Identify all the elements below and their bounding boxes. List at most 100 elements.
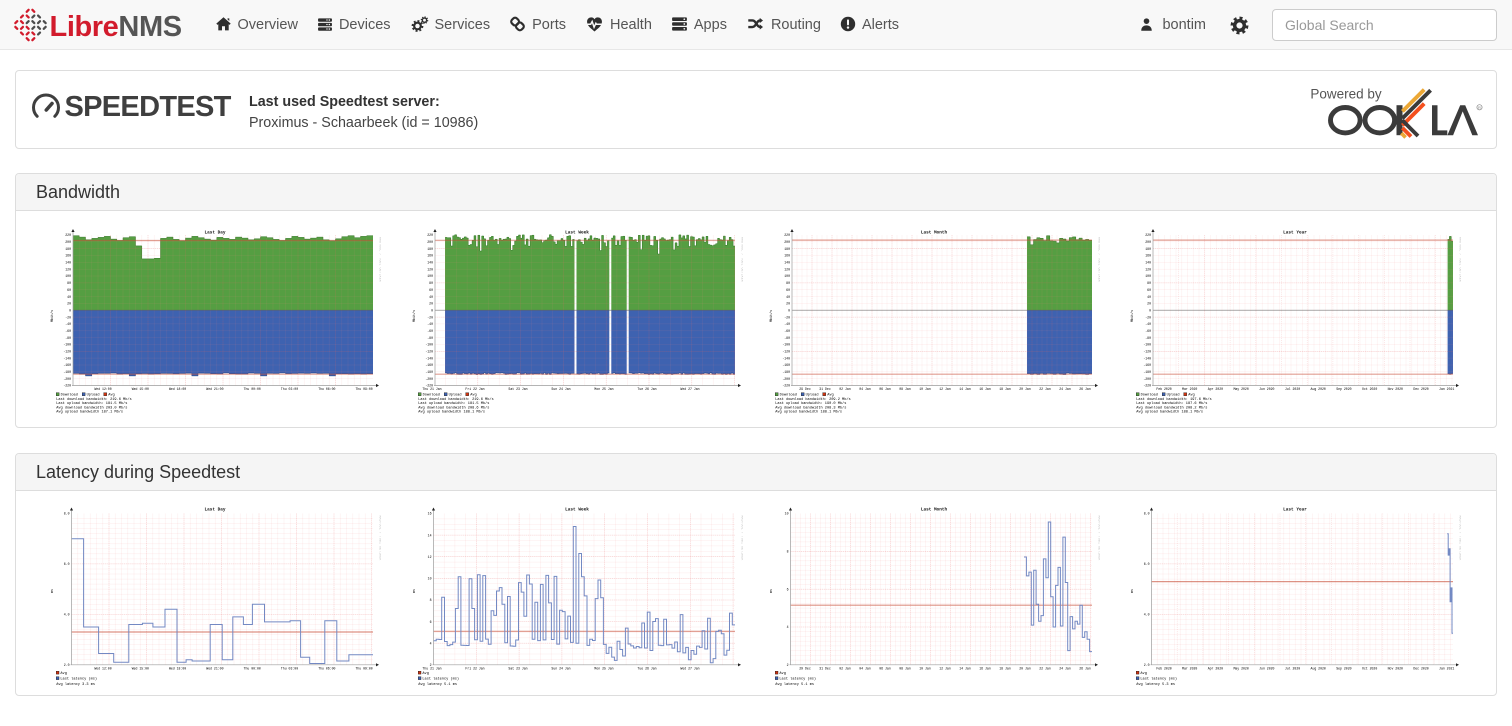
svg-text:Wed 21:00: Wed 21:00 xyxy=(206,387,223,391)
svg-text:8: 8 xyxy=(787,550,789,554)
svg-text:200: 200 xyxy=(65,240,71,244)
svg-text:Wed 27 Jan: Wed 27 Jan xyxy=(680,666,699,670)
svg-text:100: 100 xyxy=(1145,274,1151,278)
svg-text:180: 180 xyxy=(65,247,71,251)
svg-text:-200: -200 xyxy=(1143,377,1151,381)
svg-text:40: 40 xyxy=(786,295,790,299)
svg-text:60: 60 xyxy=(429,288,433,292)
svg-text:Wed 12:00: Wed 12:00 xyxy=(94,666,111,670)
svg-text:-80: -80 xyxy=(427,336,433,340)
svg-text:Jul 2020: Jul 2020 xyxy=(1285,666,1300,670)
svg-text:-60: -60 xyxy=(1145,329,1151,333)
svg-text:Last Day: Last Day xyxy=(204,231,225,236)
svg-text:Avg download bandwidth 203.0 M: Avg download bandwidth 203.0 Mb/s xyxy=(56,405,127,410)
svg-text:-200: -200 xyxy=(63,377,71,381)
svg-text:Sun 24 Jan: Sun 24 Jan xyxy=(551,387,570,391)
svg-text:08 Jan: 08 Jan xyxy=(899,387,911,391)
svg-text:220: 220 xyxy=(427,233,433,237)
svg-text:160: 160 xyxy=(65,254,71,258)
svg-text:Avg upload bandwidth 188.1 Mb/: Avg upload bandwidth 188.1 Mb/s xyxy=(418,410,485,415)
svg-text:Last download bandwidth: 197.6: Last download bandwidth: 197.6 Mb/s xyxy=(1136,397,1211,402)
svg-text:Avg download bandwidth 208.3 M: Avg download bandwidth 208.3 Mb/s xyxy=(775,405,846,410)
svg-text:24 Jan: 24 Jan xyxy=(1059,387,1071,391)
svg-text:LibreNMS: LibreNMS xyxy=(50,11,182,43)
svg-text:May 2020: May 2020 xyxy=(1233,666,1248,670)
svg-text:May 2020: May 2020 xyxy=(1233,387,1248,391)
svg-text:Last Day: Last Day xyxy=(204,508,225,513)
svg-text:06 Jan: 06 Jan xyxy=(879,666,891,670)
svg-text:-100: -100 xyxy=(1143,343,1151,347)
svg-text:Sep 2020: Sep 2020 xyxy=(1336,387,1351,391)
svg-text:140: 140 xyxy=(427,261,433,265)
svg-text:Last Month: Last Month xyxy=(921,508,948,513)
svg-text:0: 0 xyxy=(431,309,433,313)
svg-text:Last Year: Last Year xyxy=(1283,508,1307,513)
svg-text:Avg latency 5.1 ms: Avg latency 5.1 ms xyxy=(775,682,814,687)
svg-text:-80: -80 xyxy=(1145,336,1151,340)
svg-text:Sep 2020: Sep 2020 xyxy=(1336,666,1351,670)
svg-text:Last Year: Last Year xyxy=(1283,231,1307,236)
svg-text:18 Jan: 18 Jan xyxy=(999,387,1011,391)
svg-text:200: 200 xyxy=(784,240,790,244)
svg-text:Jun 2020: Jun 2020 xyxy=(1259,666,1274,670)
svg-text:0: 0 xyxy=(788,309,790,313)
svg-text:Upload: Upload xyxy=(1167,393,1180,398)
svg-text:40: 40 xyxy=(429,295,433,299)
svg-text:6: 6 xyxy=(787,587,789,591)
svg-text:Mbit/s: Mbit/s xyxy=(1130,310,1135,322)
svg-text:10 Jan: 10 Jan xyxy=(919,387,931,391)
svg-text:08 Jan: 08 Jan xyxy=(899,666,911,670)
svg-text:SPEEDTEST: SPEEDTEST xyxy=(65,91,232,123)
svg-text:2.0: 2.0 xyxy=(1144,663,1150,667)
svg-text:-120: -120 xyxy=(782,350,790,354)
svg-text:29 Dec: 29 Dec xyxy=(799,387,811,391)
svg-text:20: 20 xyxy=(429,302,433,306)
svg-text:22 Jan: 22 Jan xyxy=(1039,666,1051,670)
svg-text:-60: -60 xyxy=(65,329,71,333)
svg-text:10: 10 xyxy=(428,577,432,581)
svg-text:-40: -40 xyxy=(65,322,71,326)
svg-text:Avg: Avg xyxy=(60,672,66,676)
svg-text:Jan 2021: Jan 2021 xyxy=(1439,387,1454,391)
svg-text:Last download bandwidth: 209.2: Last download bandwidth: 209.2 Mb/s xyxy=(775,397,850,402)
svg-text:Last download bandwidth: 219.6: Last download bandwidth: 219.6 Mb/s xyxy=(418,397,493,402)
svg-text:8: 8 xyxy=(430,598,432,602)
svg-text:-80: -80 xyxy=(784,336,790,340)
svg-text:140: 140 xyxy=(65,261,71,265)
svg-text:Last latency (ms): Last latency (ms) xyxy=(1140,677,1177,682)
svg-text:ms: ms xyxy=(770,589,774,593)
svg-text:Oct 2020: Oct 2020 xyxy=(1362,387,1377,391)
svg-text:180: 180 xyxy=(427,247,433,251)
svg-text:Wed 18:00: Wed 18:00 xyxy=(169,387,186,391)
svg-text:220: 220 xyxy=(784,233,790,237)
svg-text:180: 180 xyxy=(1145,247,1151,251)
svg-text:200: 200 xyxy=(1145,240,1151,244)
svg-text:8.0: 8.0 xyxy=(1144,512,1150,516)
svg-text:120: 120 xyxy=(784,267,790,271)
svg-text:Sat 23 Jan: Sat 23 Jan xyxy=(508,666,527,670)
svg-text:140: 140 xyxy=(784,261,790,265)
svg-text:80: 80 xyxy=(67,281,71,285)
svg-text:Wed 21:00: Wed 21:00 xyxy=(206,666,223,670)
svg-text:80: 80 xyxy=(1147,281,1151,285)
svg-text:Avg: Avg xyxy=(422,672,428,676)
svg-text:06 Jan: 06 Jan xyxy=(879,387,891,391)
svg-text:Last Week: Last Week xyxy=(565,508,589,513)
svg-text:31 Dec: 31 Dec xyxy=(819,666,831,670)
svg-text:-180: -180 xyxy=(1143,370,1151,374)
svg-text:Thu 03:00: Thu 03:00 xyxy=(281,666,298,670)
svg-text:160: 160 xyxy=(784,254,790,258)
svg-text:10: 10 xyxy=(785,512,789,516)
svg-text:Tue 26 Jan: Tue 26 Jan xyxy=(637,387,656,391)
svg-text:Upload: Upload xyxy=(806,393,819,398)
svg-text:100: 100 xyxy=(784,274,790,278)
svg-text:12 Jan: 12 Jan xyxy=(939,666,951,670)
svg-text:-220: -220 xyxy=(63,384,71,388)
svg-text:12 Jan: 12 Jan xyxy=(939,387,951,391)
svg-text:Wed 15:00: Wed 15:00 xyxy=(132,666,149,670)
svg-text:RRDTOOL / TOBI OETIKER: RRDTOOL / TOBI OETIKER xyxy=(740,237,744,282)
svg-text:Download: Download xyxy=(423,393,440,398)
svg-text:16: 16 xyxy=(428,512,432,516)
svg-text:8.0: 8.0 xyxy=(64,512,70,516)
svg-text:2.0: 2.0 xyxy=(64,663,70,667)
